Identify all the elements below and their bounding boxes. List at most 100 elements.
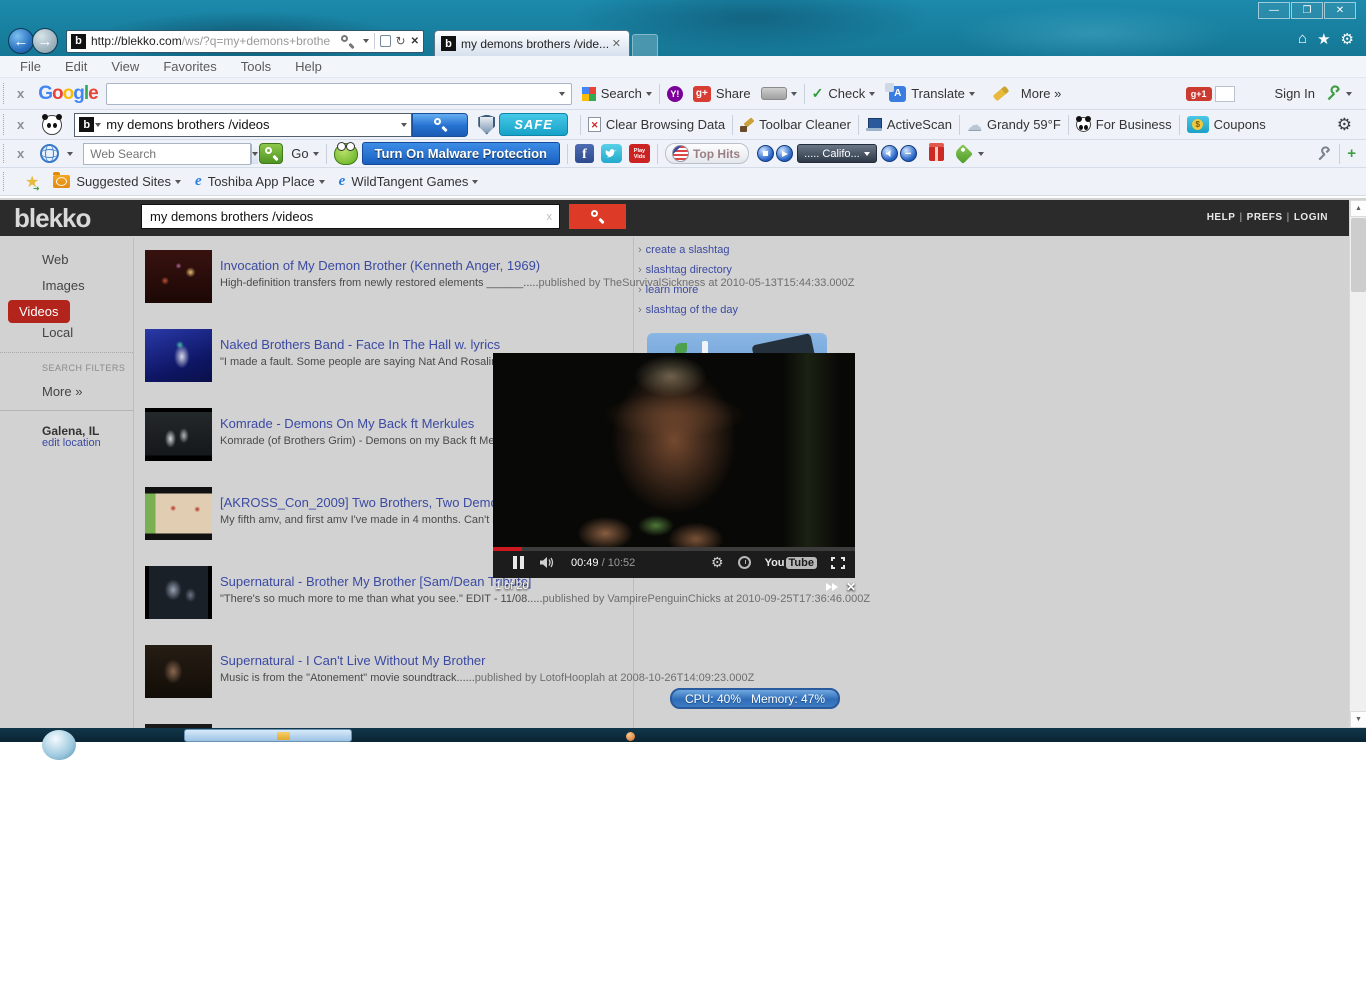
sidebar-item-videos[interactable]: Videos <box>8 300 70 323</box>
toolbar-search-field[interactable]: b <box>74 113 412 137</box>
deals-tag-icon[interactable] <box>953 144 973 164</box>
player-settings-icon[interactable]: ⚙ <box>711 554 724 571</box>
blekko-search-input[interactable] <box>142 209 540 224</box>
go-search-button[interactable] <box>259 143 283 164</box>
play-vids-icon[interactable]: PlayVids <box>629 144 650 163</box>
refresh-icon[interactable]: ↻ <box>396 34 406 48</box>
video-thumbnail[interactable] <box>145 250 212 303</box>
facebook-icon[interactable]: f <box>575 144 594 163</box>
video-thumbnail[interactable] <box>145 566 212 619</box>
slashtag-of-the-day-link[interactable]: ›slashtag of the day <box>638 304 738 316</box>
weather-button[interactable]: ☁ Grandy 59°F <box>967 116 1061 134</box>
edit-location-link[interactable]: edit location <box>42 437 101 449</box>
blekko-search-button[interactable] <box>569 204 626 229</box>
forward-button[interactable]: → <box>32 28 58 54</box>
yahoo-icon[interactable]: Y! <box>667 86 683 102</box>
panda-icon[interactable] <box>42 115 62 135</box>
result-title-link[interactable]: Naked Brothers Band - Face In The Hall w… <box>220 337 630 352</box>
malware-protection-button[interactable]: Turn On Malware Protection <box>362 142 560 165</box>
next-video-icon[interactable] <box>826 583 838 591</box>
start-orb[interactable] <box>42 730 76 760</box>
menu-view[interactable]: View <box>111 59 139 74</box>
sidebar-item-images[interactable]: Images <box>42 278 85 293</box>
plus-one-badge[interactable]: g+1 <box>1186 87 1212 101</box>
sidebar-item-web[interactable]: Web <box>42 252 69 267</box>
coupons-button[interactable]: $ Coupons <box>1187 116 1266 133</box>
create-slashtag-link[interactable]: ›create a slashtag <box>638 244 738 256</box>
toolbar-close-icon[interactable]: x <box>11 86 30 101</box>
translate-button[interactable]: A Translate <box>889 86 975 102</box>
more-button[interactable]: More » <box>1021 86 1061 101</box>
tools-wrench-icon[interactable] <box>1316 146 1332 162</box>
web-search-dropdown[interactable] <box>251 144 258 164</box>
station-dropdown[interactable]: ..... Califo... <box>797 144 877 163</box>
settings-gear-icon[interactable]: ⚙ <box>1341 30 1354 48</box>
result-title-link[interactable]: Invocation of My Demon Brother (Kenneth … <box>220 258 630 273</box>
safe-button[interactable]: SAFE <box>499 113 568 136</box>
google-search-button[interactable]: Search <box>582 86 652 101</box>
close-button[interactable]: ✕ <box>1324 2 1356 19</box>
video-thumbnail[interactable] <box>145 645 212 698</box>
menu-favorites[interactable]: Favorites <box>163 59 216 74</box>
share-style-swatch[interactable] <box>761 87 787 100</box>
web-search-field[interactable] <box>83 143 251 165</box>
search-icon[interactable] <box>341 35 354 48</box>
video-frame[interactable] <box>493 353 855 547</box>
stop-media-button[interactable] <box>757 145 774 162</box>
vertical-scrollbar[interactable]: ▲ ▼ <box>1349 200 1366 728</box>
tab-close-icon[interactable]: ✕ <box>610 37 623 50</box>
pause-icon[interactable] <box>513 556 524 569</box>
minimize-button[interactable]: — <box>1258 2 1290 19</box>
share-button[interactable]: g+ Share <box>693 86 751 102</box>
volume-icon[interactable] <box>540 556 555 569</box>
scrollbar-thumb[interactable] <box>1351 218 1366 292</box>
globe-icon[interactable] <box>40 144 59 163</box>
toolbar-close-icon[interactable]: x <box>11 146 30 161</box>
add-favorite-icon[interactable]: ★ <box>25 172 39 192</box>
scroll-up-arrow[interactable]: ▲ <box>1350 200 1366 217</box>
web-search-input[interactable] <box>84 147 251 161</box>
toolbar-close-icon[interactable]: x <box>11 117 30 132</box>
clear-browsing-data-button[interactable]: Clear Browsing Data <box>588 117 725 132</box>
toolbar-cleaner-button[interactable]: Toolbar Cleaner <box>740 117 851 132</box>
go-button[interactable]: Go <box>291 146 308 161</box>
prefs-link[interactable]: PREFS <box>1247 212 1283 223</box>
toolbar-search-input[interactable] <box>106 117 397 132</box>
slashtag-directory-link[interactable]: ›slashtag directory <box>638 264 738 276</box>
address-bar[interactable]: b http://blekko.com/ws/?q=my+demons+brot… <box>66 30 424 53</box>
youtube-logo[interactable]: YouTube <box>765 557 817 569</box>
login-link[interactable]: LOGIN <box>1294 212 1328 223</box>
mute-button[interactable]: − <box>900 145 917 162</box>
scroll-down-arrow[interactable]: ▼ <box>1350 711 1366 728</box>
browser-tab[interactable]: b my demons brothers /vide... ✕ <box>434 30 630 56</box>
for-business-button[interactable]: For Business <box>1076 117 1172 132</box>
watch-later-icon[interactable] <box>738 556 751 569</box>
gift-icon[interactable] <box>929 146 944 161</box>
google-search-input[interactable] <box>106 83 572 105</box>
home-icon[interactable]: ⌂ <box>1298 30 1307 48</box>
result-title-link[interactable]: Supernatural - I Can't Live Without My B… <box>220 653 630 668</box>
blekko-logo[interactable]: blekko <box>14 203 90 234</box>
toolbar-settings-gear-icon[interactable]: ⚙ <box>1337 115 1352 135</box>
play-media-button[interactable] <box>776 145 793 162</box>
back-button[interactable]: ← <box>8 28 34 54</box>
menu-edit[interactable]: Edit <box>65 59 87 74</box>
video-thumbnail[interactable] <box>145 487 212 540</box>
player-progress-bar[interactable] <box>493 547 855 551</box>
compatibility-icon[interactable] <box>380 35 391 47</box>
close-preview-icon[interactable]: ✕ <box>846 580 856 594</box>
activescan-button[interactable]: ActiveScan <box>866 117 952 132</box>
menu-tools[interactable]: Tools <box>241 59 271 74</box>
sidebar-more-link[interactable]: More » <box>42 384 82 399</box>
add-toolbar-icon[interactable]: + <box>1347 145 1356 162</box>
video-thumbnail[interactable] <box>145 329 212 382</box>
highlighter-icon[interactable] <box>993 86 1010 102</box>
favorites-star-icon[interactable]: ★ <box>1317 30 1330 48</box>
fullscreen-icon[interactable] <box>831 557 845 569</box>
taskbar-button[interactable] <box>184 729 352 742</box>
clear-search-icon[interactable]: x <box>540 211 560 223</box>
help-link[interactable]: HELP <box>1207 212 1236 223</box>
address-dropdown-icon[interactable] <box>363 39 369 43</box>
favorite-wildtangent-games[interactable]: WildTangent Games <box>351 174 468 189</box>
menu-help[interactable]: Help <box>295 59 322 74</box>
